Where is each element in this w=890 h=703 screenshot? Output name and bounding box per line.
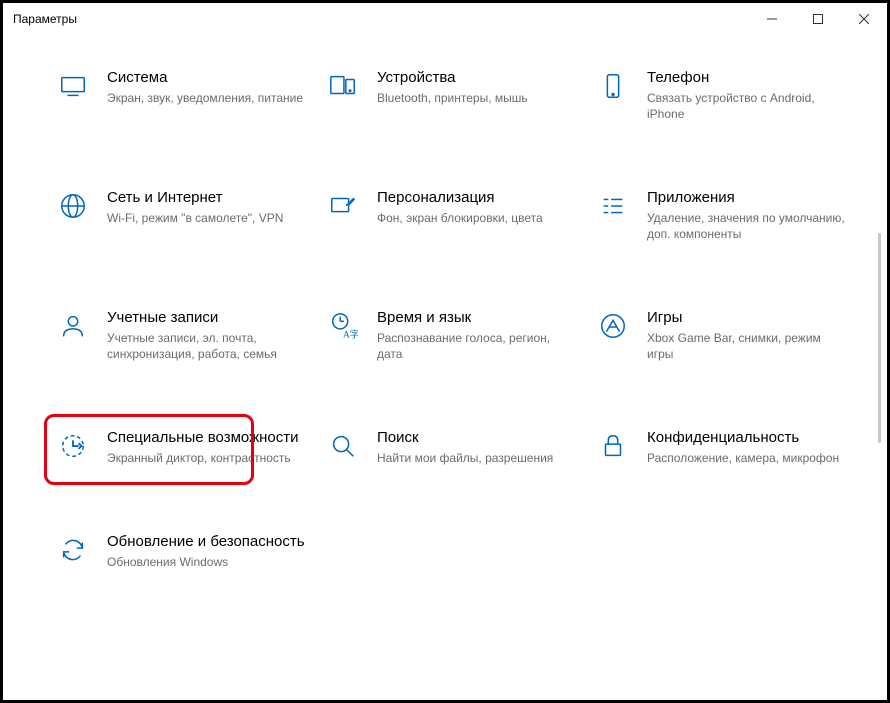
tile-desc: Расположение, камера, микрофон (647, 450, 847, 466)
tile-desc: Фон, экран блокировки, цвета (377, 210, 577, 226)
tile-title: Время и язык (377, 309, 577, 328)
tile-ease[interactable]: Специальные возможности Экранный диктор, … (53, 423, 313, 472)
tile-desc: Распознавание голоса, регион, дата (377, 330, 577, 362)
tile-title: Обновление и безопасность (107, 533, 307, 552)
tile-desc: Связать устройство с Android, iPhone (647, 90, 847, 122)
tile-update[interactable]: Обновление и безопасность Обновления Wind… (53, 527, 313, 576)
tile-apps[interactable]: Приложения Удаление, значения по умолчани… (593, 183, 853, 248)
settings-grid: Система Экран, звук, уведомления, питание… (53, 63, 857, 576)
phone-icon (595, 69, 631, 101)
tile-desc: Bluetooth, принтеры, мышь (377, 90, 577, 106)
maximize-button[interactable] (795, 3, 841, 35)
tile-desc: Экранный диктор, контрастность (107, 450, 307, 466)
tile-title: Поиск (377, 429, 577, 448)
close-button[interactable] (841, 3, 887, 35)
tile-title: Учетные записи (107, 309, 307, 328)
tile-title: Система (107, 69, 307, 88)
tile-desc: Wi-Fi, режим "в самолете", VPN (107, 210, 307, 226)
minimize-button[interactable] (749, 3, 795, 35)
accounts-icon (55, 309, 91, 341)
tile-desc: Xbox Game Bar, снимки, режим игры (647, 330, 847, 362)
search-icon (325, 429, 361, 461)
tile-network[interactable]: Сеть и Интернет Wi-Fi, режим "в самолете"… (53, 183, 313, 248)
tile-search[interactable]: Поиск Найти мои файлы, разрешения (323, 423, 583, 472)
tile-title: Конфиденциальность (647, 429, 847, 448)
time-icon: А字 (325, 309, 361, 341)
tile-devices[interactable]: Устройства Bluetooth, принтеры, мышь (323, 63, 583, 128)
system-icon (55, 69, 91, 101)
ease-icon (55, 429, 91, 461)
tile-accounts[interactable]: Учетные записи Учетные записи, эл. почта,… (53, 303, 313, 368)
network-icon (55, 189, 91, 221)
tile-title: Персонализация (377, 189, 577, 208)
devices-icon (325, 69, 361, 101)
tile-desc: Учетные записи, эл. почта, синхронизация… (107, 330, 307, 362)
tile-title: Сеть и Интернет (107, 189, 307, 208)
tile-personalization[interactable]: Персонализация Фон, экран блокировки, цве… (323, 183, 583, 248)
tile-title: Устройства (377, 69, 577, 88)
personalization-icon (325, 189, 361, 221)
settings-window: Параметры Система Экран, звук, уведомлени… (0, 0, 890, 703)
svg-text:А字: А字 (343, 329, 358, 341)
tile-phone[interactable]: Телефон Связать устройство с Android, iPh… (593, 63, 853, 128)
window-controls (749, 3, 887, 35)
content-area: Система Экран, звук, уведомления, питание… (53, 63, 857, 680)
window-title: Параметры (13, 12, 77, 26)
tile-system[interactable]: Система Экран, звук, уведомления, питание (53, 63, 313, 128)
tile-privacy[interactable]: Конфиденциальность Расположение, камера, … (593, 423, 853, 472)
tile-desc: Обновления Windows (107, 554, 307, 570)
tile-gaming[interactable]: Игры Xbox Game Bar, снимки, режим игры (593, 303, 853, 368)
gaming-icon (595, 309, 631, 341)
tile-desc: Экран, звук, уведомления, питание (107, 90, 307, 106)
tile-title: Приложения (647, 189, 847, 208)
update-icon (55, 533, 91, 565)
tile-title: Телефон (647, 69, 847, 88)
tile-desc: Найти мои файлы, разрешения (377, 450, 577, 466)
apps-icon (595, 189, 631, 221)
scrollbar[interactable] (878, 233, 881, 443)
tile-title: Специальные возможности (107, 429, 307, 448)
privacy-icon (595, 429, 631, 461)
tile-time[interactable]: А字 Время и язык Распознавание голоса, реги… (323, 303, 583, 368)
titlebar: Параметры (3, 3, 887, 35)
tile-desc: Удаление, значения по умолчанию, доп. ко… (647, 210, 847, 242)
tile-title: Игры (647, 309, 847, 328)
